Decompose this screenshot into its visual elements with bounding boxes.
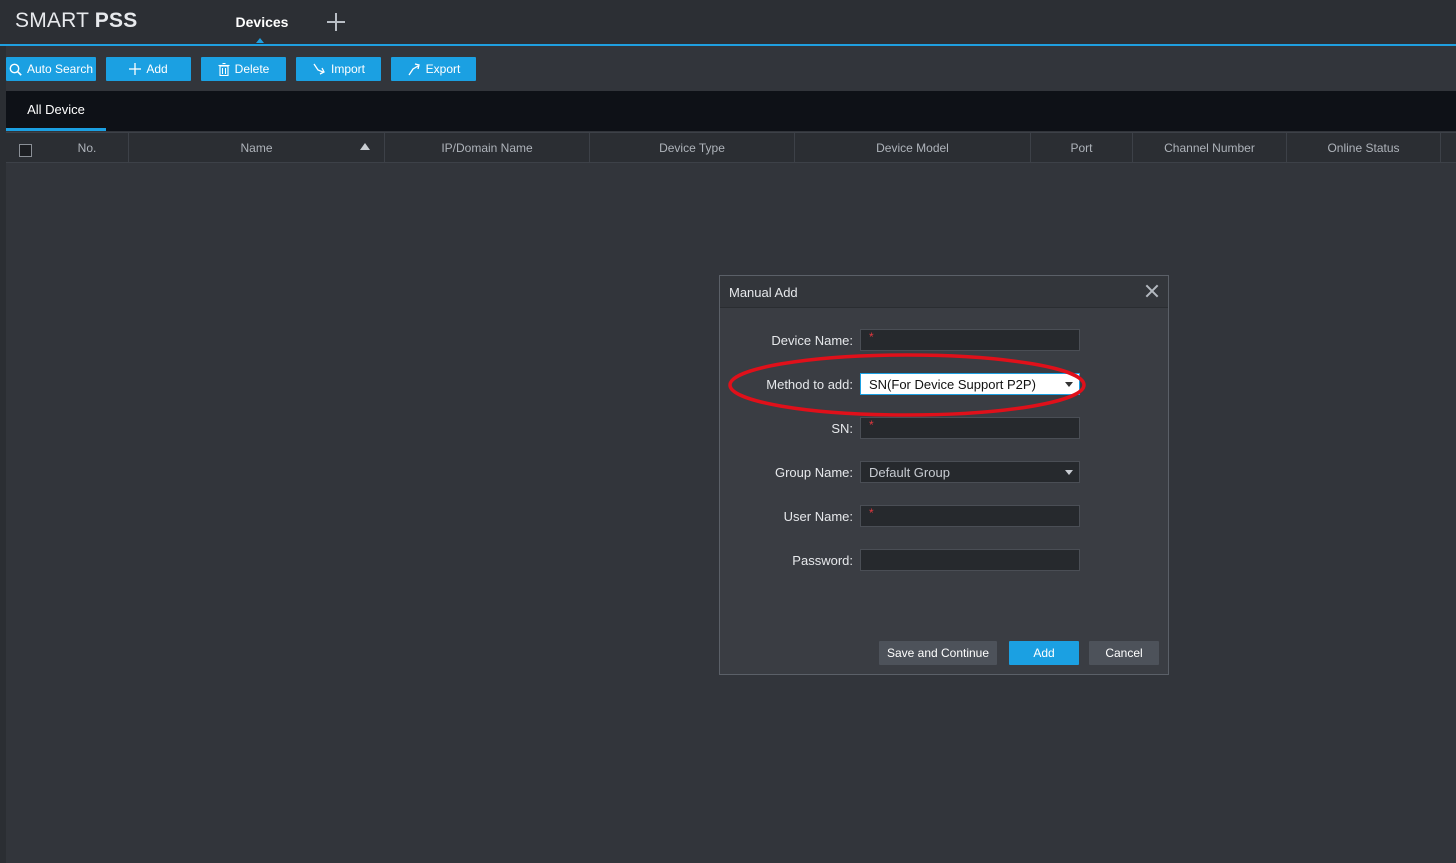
sort-ascending-icon[interactable]: [360, 143, 370, 150]
export-icon: [408, 62, 420, 75]
select-all-checkbox[interactable]: [19, 144, 32, 157]
method-to-add-select[interactable]: SN(For Device Support P2P): [860, 373, 1080, 395]
trash-icon: [218, 62, 230, 76]
sn-label: SN:: [831, 421, 853, 436]
device-table-header: No. Name IP/Domain Name Device Type Devi…: [6, 132, 1456, 163]
required-mark: *: [869, 506, 874, 520]
auto-search-button[interactable]: Auto Search: [6, 57, 96, 81]
dialog-header: Manual Add: [720, 276, 1168, 308]
chevron-down-icon: [1065, 382, 1073, 387]
import-button[interactable]: Import: [296, 57, 381, 81]
logo-text-regular: SMART: [15, 9, 89, 32]
toolbar: Auto Search Add Delete Import Export: [0, 57, 1456, 81]
group-name-label: Group Name:: [774, 465, 853, 480]
delete-label: Delete: [234, 62, 270, 76]
left-edge-strip: [0, 46, 6, 863]
app-logo: SMART PSS: [15, 9, 137, 33]
dialog-add-button[interactable]: Add: [1009, 641, 1079, 665]
chevron-down-icon: [1065, 470, 1073, 475]
user-name-label: User Name:: [783, 509, 853, 524]
add-label: Add: [146, 62, 168, 76]
select-all-cell: [6, 133, 46, 162]
manual-add-dialog: Manual Add Device Name: * Method to add:…: [719, 275, 1169, 675]
column-header-ip-domain[interactable]: IP/Domain Name: [385, 133, 590, 162]
logo-text-bold: PSS: [94, 9, 138, 32]
password-input[interactable]: [860, 549, 1080, 571]
add-tab-plus-icon[interactable]: [323, 9, 349, 35]
column-header-channel-number[interactable]: Channel Number: [1133, 133, 1287, 162]
search-icon: [9, 63, 22, 76]
group-name-value: Default Group: [869, 464, 950, 480]
dialog-title: Manual Add: [729, 285, 798, 300]
method-to-add-value: SN(For Device Support P2P): [869, 376, 1036, 392]
column-header-online-status[interactable]: Online Status: [1287, 133, 1441, 162]
auto-search-label: Auto Search: [26, 62, 94, 76]
column-header-device-model[interactable]: Device Model: [795, 133, 1031, 162]
export-button[interactable]: Export: [391, 57, 476, 81]
add-button[interactable]: Add: [106, 57, 191, 81]
delete-button[interactable]: Delete: [201, 57, 286, 81]
tab-all-device[interactable]: All Device: [6, 91, 106, 131]
cancel-button[interactable]: Cancel: [1089, 641, 1159, 665]
top-bar: SMART PSS Devices: [0, 0, 1456, 46]
column-header-port[interactable]: Port: [1031, 133, 1133, 162]
device-name-input[interactable]: *: [860, 329, 1080, 351]
user-name-input[interactable]: *: [860, 505, 1080, 527]
export-label: Export: [425, 62, 461, 76]
device-name-label: Device Name:: [771, 333, 853, 348]
required-mark: *: [869, 330, 874, 344]
column-header-name[interactable]: Name: [129, 133, 385, 162]
plus-icon: [129, 63, 142, 75]
method-to-add-label: Method to add:: [766, 377, 853, 392]
column-header-no[interactable]: No.: [46, 133, 129, 162]
sn-input[interactable]: *: [860, 417, 1080, 439]
active-tab-indicator: [256, 38, 264, 43]
column-header-device-type[interactable]: Device Type: [590, 133, 795, 162]
group-name-select[interactable]: Default Group: [860, 461, 1080, 483]
close-icon[interactable]: [1145, 284, 1159, 298]
import-icon: [313, 63, 325, 75]
device-group-tabs: All Device: [6, 91, 1456, 131]
import-label: Import: [330, 62, 365, 76]
password-label: Password:: [792, 553, 853, 568]
save-and-continue-button[interactable]: Save and Continue: [879, 641, 997, 665]
required-mark: *: [869, 418, 874, 432]
